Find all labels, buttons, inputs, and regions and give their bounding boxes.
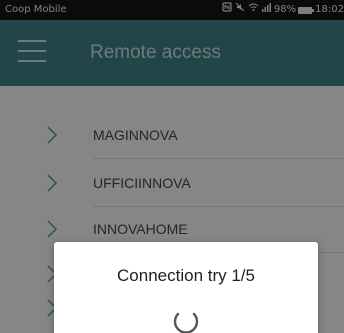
connection-dialog: Connection try 1/5 (54, 242, 318, 333)
loading-spinner-icon (173, 312, 199, 333)
dialog-message: Connection try 1/5 (117, 266, 255, 285)
screen: Coop Mobile 98% 18:02 Remote access MAGI… (0, 0, 344, 333)
